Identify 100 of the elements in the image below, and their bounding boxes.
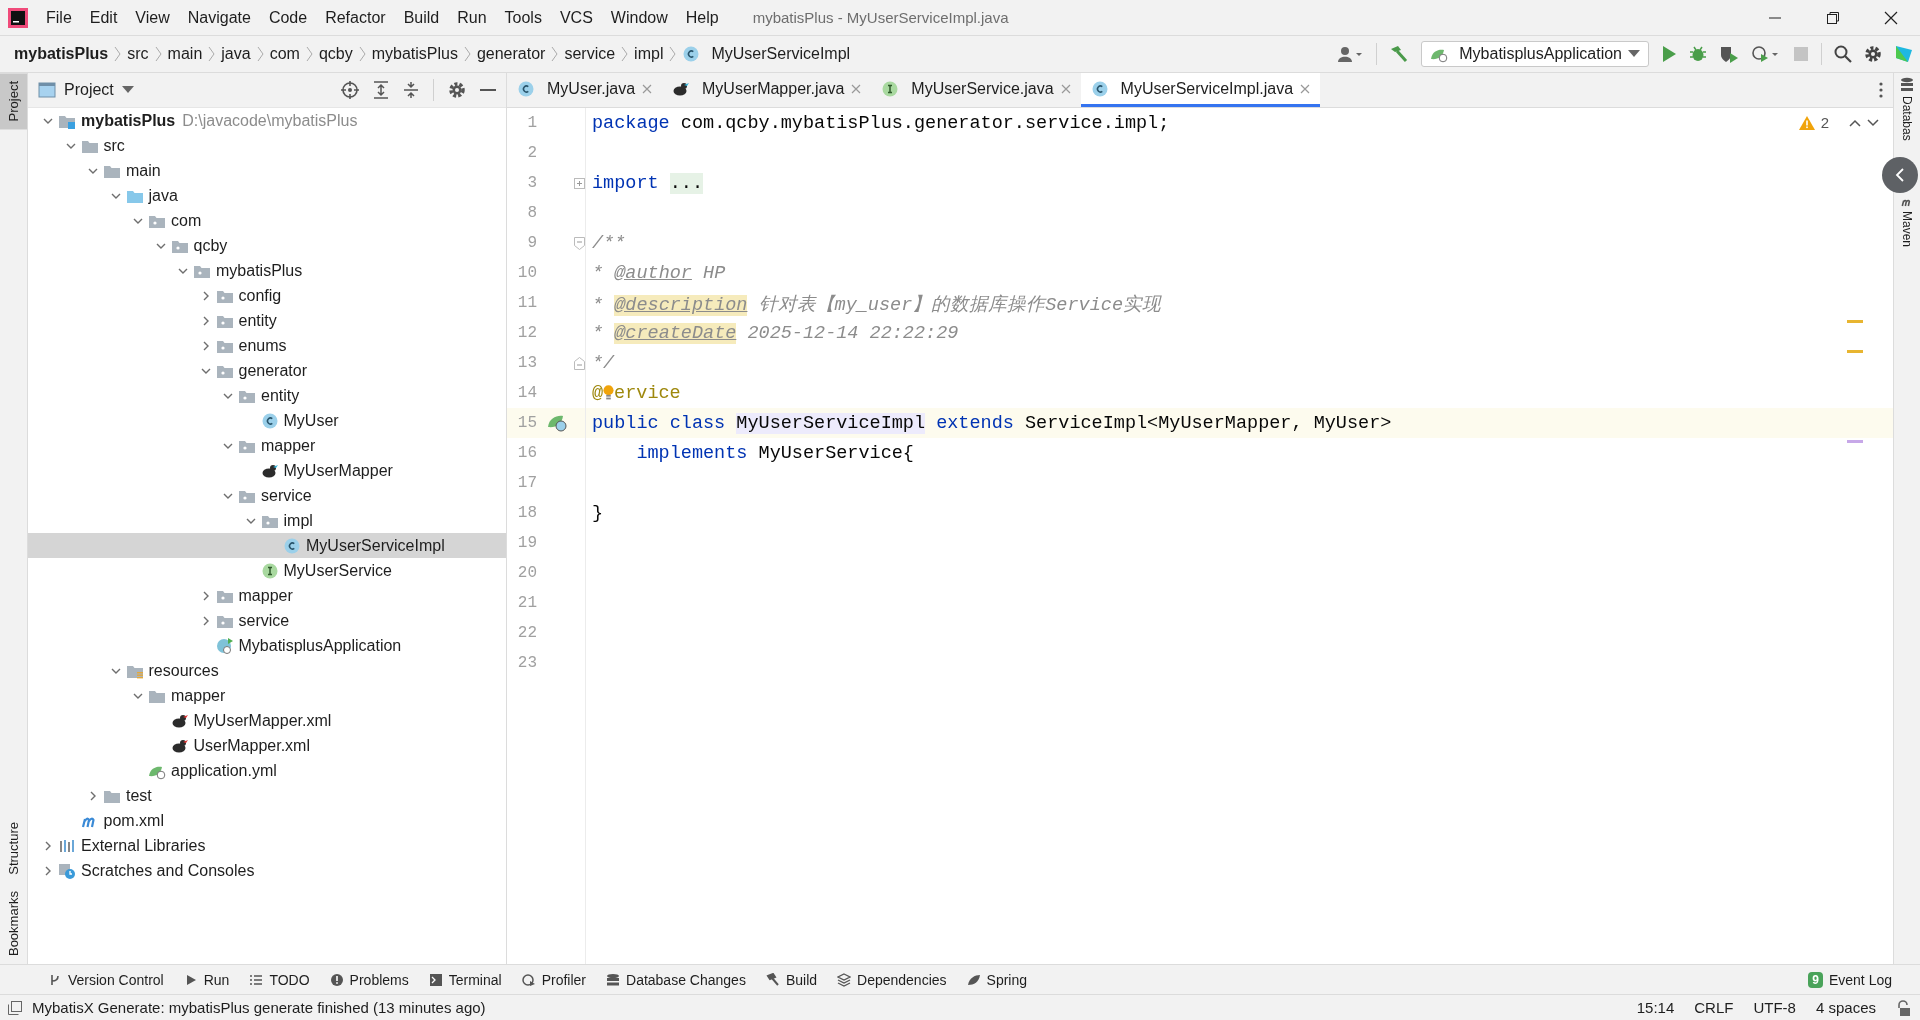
settings-icon[interactable] [448,81,466,99]
tree-item[interactable]: entity [28,308,506,333]
menu-item[interactable]: Run [449,4,495,31]
menu-item[interactable]: Tools [496,4,550,31]
tree-item[interactable]: impl [28,508,506,533]
menu-item[interactable]: VCS [551,4,601,31]
close-icon[interactable] [1884,10,1898,25]
tool-window-button[interactable]: Version Control [68,971,164,988]
tree-item[interactable]: MybatisplusApplication [28,633,506,658]
collapse-button[interactable] [1882,157,1918,193]
tool-window-tab[interactable]: Bookmarks [0,882,27,964]
tree-item[interactable]: generator [28,358,506,383]
editor-tab[interactable]: MyUserMapper.java [662,73,872,107]
spring-bean-icon[interactable] [547,413,569,433]
breadcrumb-item[interactable]: MyUserServiceImpl [711,45,851,63]
tool-window-button[interactable]: Event Log [1828,971,1892,988]
dropdown-caret-icon[interactable] [1628,50,1640,58]
tool-window-button[interactable]: Spring [986,971,1027,988]
tool-window-button[interactable]: Build [785,971,818,988]
tree-item[interactable]: MyUserMapper [28,458,506,483]
hide-icon[interactable] [480,88,496,92]
tool-window-button[interactable]: Terminal [448,971,502,988]
locate-icon[interactable] [341,81,359,99]
breadcrumb-item[interactable]: qcby [318,45,353,63]
editor-tab[interactable]: MyUserServiceImpl.java [1080,73,1321,107]
menu-item[interactable]: Navigate [179,4,259,31]
next-icon[interactable] [1867,118,1879,127]
tree-item[interactable]: main [28,158,506,183]
tree-item[interactable]: mapper [28,683,506,708]
panel-title[interactable]: Project [64,81,114,99]
caret-position[interactable]: 15:14 [1636,999,1675,1016]
warning-marker[interactable] [1847,350,1863,353]
fold-expand-icon[interactable] [574,177,585,189]
breadcrumb-item[interactable]: impl [634,45,664,63]
tree-item[interactable]: MyUserServiceImpl [28,533,506,558]
editor-tab[interactable]: MyUser.java [507,73,663,107]
tree-item[interactable]: service [28,483,506,508]
tree-item[interactable]: test [28,783,506,808]
menu-item[interactable]: Build [395,4,448,31]
tree-item[interactable]: enums [28,333,506,358]
line-separator[interactable]: CRLF [1694,999,1734,1016]
restore-icon[interactable] [1826,10,1840,25]
tree-item[interactable]: MyUser [28,408,506,433]
panel-toggle-icon[interactable] [8,1000,22,1015]
tool-window-button[interactable]: Run [203,971,230,988]
menu-item[interactable]: Edit [81,4,126,31]
tree-item[interactable]: qcby [28,233,506,258]
debug-icon[interactable] [1689,45,1707,63]
menu-item[interactable]: Window [602,4,676,31]
breadcrumb-item[interactable]: service [564,45,616,63]
run-configuration-dropdown[interactable]: MybatisplusApplication [1421,41,1649,67]
menu-item[interactable]: Code [260,4,316,31]
breadcrumb-item[interactable]: com [269,45,300,63]
breadcrumb-item[interactable]: src [127,45,149,63]
more-icon[interactable] [1879,82,1883,98]
breadcrumb-item[interactable]: generator [476,45,546,63]
tree-item[interactable]: service [28,608,506,633]
tool-window-button[interactable]: Profiler [541,971,586,988]
warning-count[interactable]: 2 [1820,114,1829,131]
hammer-icon[interactable] [1389,44,1410,64]
tree-item[interactable]: mapper [28,433,506,458]
breadcrumb-item[interactable]: main [167,45,203,63]
coverage-icon[interactable] [1719,45,1739,63]
tool-window-tab[interactable]: Structure [0,814,27,883]
breadcrumb-item[interactable]: java [221,45,251,63]
tool-window-button[interactable]: TODO [269,971,310,988]
menu-item[interactable]: Refactor [317,4,394,31]
profile-icon[interactable] [1751,45,1781,63]
database-icon[interactable] [1900,77,1914,93]
tree-item[interactable]: config [28,283,506,308]
tree-item[interactable]: mybatisPlus D:\javacode\mybatisPlus [28,108,506,133]
expand-all-icon[interactable] [373,81,389,99]
tree-item[interactable]: mapper [28,583,506,608]
tree-item[interactable]: src [28,133,506,158]
tool-window-button[interactable]: Problems [349,971,409,988]
tree-item[interactable]: External Libraries [28,833,506,858]
search-icon[interactable] [1834,45,1852,63]
tree-item[interactable]: mybatisPlus [28,258,506,283]
previous-icon[interactable] [1849,118,1861,127]
editor-tab[interactable]: MyUserService.java [871,73,1081,107]
tree-item[interactable]: resources [28,658,506,683]
tree-item[interactable]: pom.xml [28,808,506,833]
tree-item[interactable]: Scratches and Consoles [28,858,506,883]
tool-window-tab[interactable]: Maven [1900,207,1914,250]
breadcrumb-item[interactable]: mybatisPlus [371,45,458,63]
tree-item[interactable]: UserMapper.xml [28,733,506,758]
app-logo-icon[interactable] [8,7,28,28]
tree-item[interactable]: java [28,183,506,208]
settings-icon[interactable] [1864,45,1882,63]
tool-window-tab[interactable]: Project [0,73,27,130]
tree-item[interactable]: entity [28,383,506,408]
tool-window-button[interactable]: Dependencies [857,971,947,988]
menu-item[interactable]: File [38,4,80,31]
breadcrumb-item[interactable]: mybatisPlus [14,45,109,63]
user-icon[interactable] [1338,46,1365,62]
tool-window-tab[interactable]: Databas [1900,93,1914,144]
file-encoding[interactable]: UTF-8 [1753,999,1796,1016]
menu-item[interactable]: View [127,4,178,31]
tool-window-button[interactable]: Database Changes [626,971,746,988]
tree-item[interactable]: MyUserMapper.xml [28,708,506,733]
